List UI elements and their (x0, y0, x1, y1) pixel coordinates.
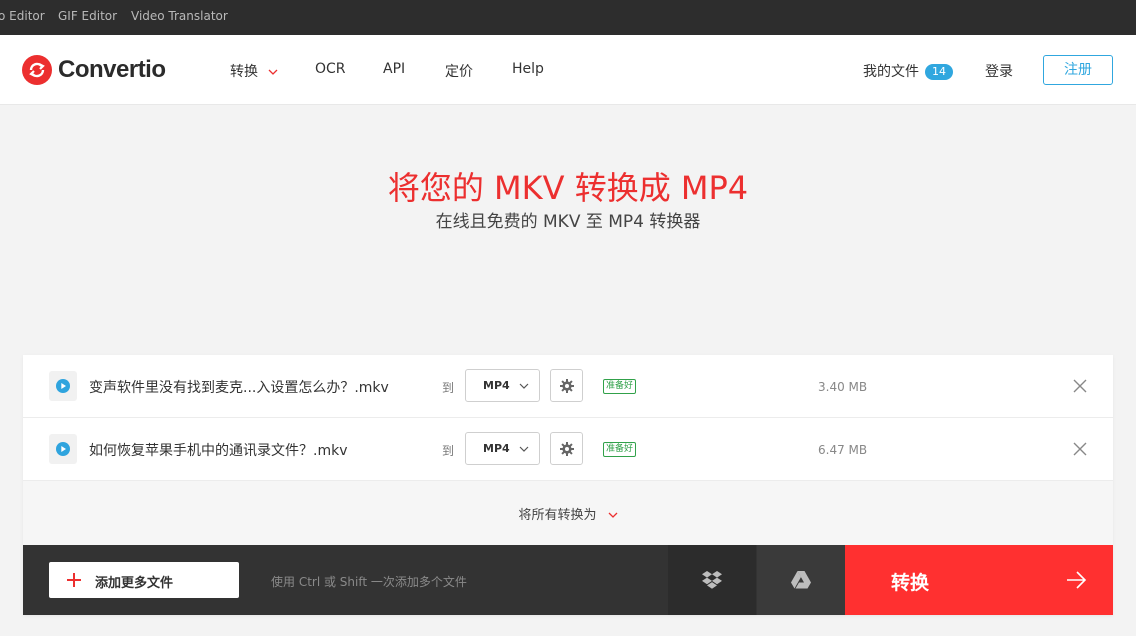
my-files-count-badge: 14 (925, 64, 953, 80)
add-more-files-button[interactable]: 添加更多文件 (49, 562, 239, 598)
video-file-icon (49, 371, 77, 401)
video-file-icon (49, 434, 77, 464)
to-label: 到 (442, 381, 455, 395)
nav-convert-menu[interactable]: 转换 (230, 61, 278, 81)
close-icon[interactable] (1071, 440, 1089, 458)
plus-icon (67, 573, 81, 587)
nav-api[interactable]: API (383, 61, 405, 77)
chevron-down-icon (268, 69, 278, 75)
to-label: 到 (442, 444, 455, 458)
google-drive-icon (791, 571, 811, 589)
file-row: 如何恢复苹果手机中的通讯录文件？.mkv 到 MP4 准备好 6.47 MB (23, 418, 1113, 481)
page-subtitle: 在线且免费的 MKV 至 MP4 转换器 (435, 212, 701, 232)
file-size: 6.47 MB (818, 443, 868, 457)
add-more-files-label: 添加更多文件 (95, 576, 174, 591)
format-select[interactable]: MP4 (465, 432, 540, 465)
nav-login[interactable]: 登录 (985, 61, 1013, 81)
chevron-down-icon (608, 512, 618, 518)
dropbox-icon (702, 571, 722, 589)
bottom-action-bar: 添加更多文件 使用 Ctrl 或 Shift 一次添加多个文件 转换 (23, 545, 1113, 615)
chevron-down-icon (519, 383, 529, 389)
nav-ocr[interactable]: OCR (315, 61, 346, 77)
convert-all-label: 将所有转换为 (518, 508, 597, 523)
arrow-right-icon (1067, 571, 1087, 589)
top-link-gif-editor[interactable]: GIF Editor (58, 9, 117, 23)
file-name: 如何恢复苹果手机中的通讯录文件？.mkv (89, 443, 348, 459)
main-navbar: Convertio 转换 OCR API 定价 Help 我的文件 14 登录 注… (0, 35, 1136, 105)
status-badge: 准备好 (603, 379, 637, 394)
format-select[interactable]: MP4 (465, 369, 540, 402)
google-drive-button[interactable] (757, 545, 845, 615)
signup-button[interactable]: 注册 (1043, 55, 1113, 85)
format-value: MP4 (483, 442, 510, 455)
file-size: 3.40 MB (818, 380, 868, 394)
settings-button[interactable] (550, 369, 583, 402)
convert-all-dropdown[interactable]: 将所有转换为 (23, 481, 1113, 545)
page-title: 将您的 MKV 转换成 MP4 (387, 169, 749, 207)
top-tool-strip: o Editor GIF Editor Video Translator (0, 0, 1136, 35)
convert-button[interactable]: 转换 (845, 545, 1113, 615)
close-icon[interactable] (1071, 377, 1089, 395)
convertio-logo-icon (22, 55, 52, 85)
multi-select-hint: 使用 Ctrl 或 Shift 一次添加多个文件 (271, 575, 467, 589)
settings-button[interactable] (550, 432, 583, 465)
top-link-video-editor[interactable]: o Editor (0, 9, 45, 23)
nav-my-files[interactable]: 我的文件 14 (863, 61, 953, 81)
top-link-video-translator[interactable]: Video Translator (131, 9, 228, 23)
status-badge: 准备好 (603, 442, 637, 457)
my-files-label: 我的文件 (863, 64, 919, 80)
file-row: 变声软件里没有找到麦克...入设置怎么办？.mkv 到 MP4 准备好 3.40… (23, 355, 1113, 418)
gear-icon (559, 441, 574, 456)
nav-convert-label: 转换 (230, 64, 258, 80)
brand-name: Convertio (58, 56, 166, 83)
convert-button-label: 转换 (891, 572, 930, 594)
brand-logo[interactable]: Convertio (22, 54, 166, 86)
file-name: 变声软件里没有找到麦克...入设置怎么办？.mkv (89, 380, 389, 396)
format-value: MP4 (483, 379, 510, 392)
chevron-down-icon (519, 446, 529, 452)
nav-pricing[interactable]: 定价 (445, 61, 473, 81)
gear-icon (559, 378, 574, 393)
nav-help[interactable]: Help (512, 61, 544, 77)
dropbox-button[interactable] (668, 545, 756, 615)
